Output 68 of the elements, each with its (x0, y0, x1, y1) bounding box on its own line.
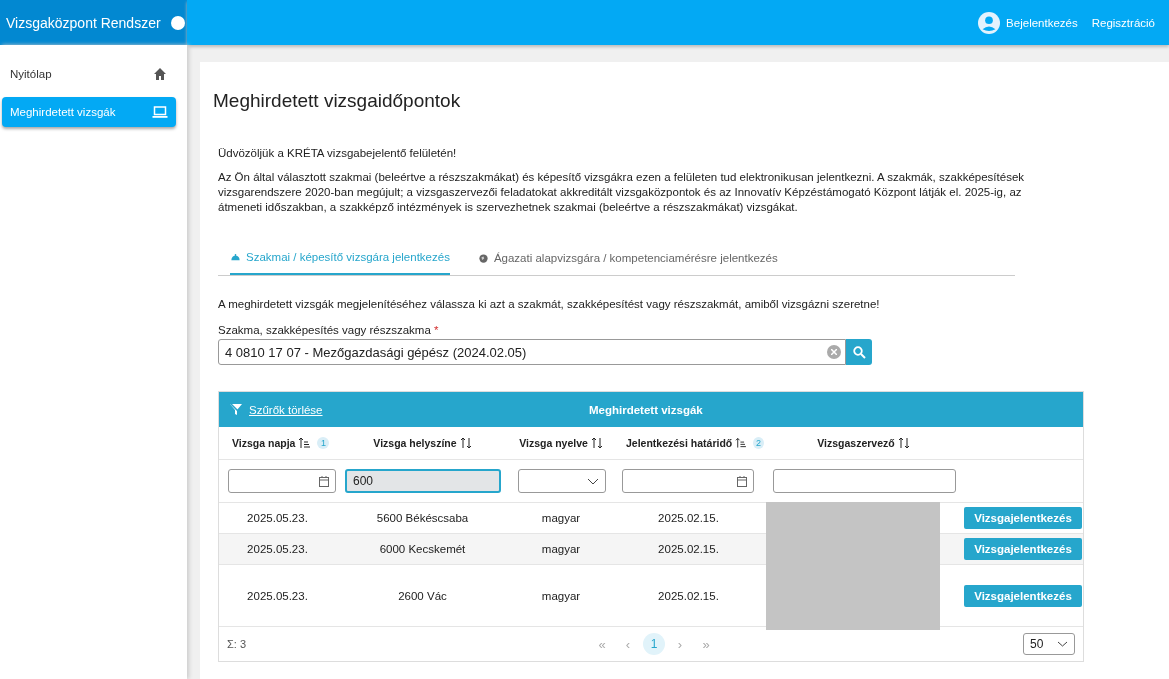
select-filter-field[interactable] (518, 469, 606, 493)
chevron-down-icon (587, 477, 599, 485)
sort-icon[interactable] (897, 437, 910, 449)
filter-off-icon (229, 403, 243, 416)
tab[interactable]: Szakmai / képesítő vizsgára jelentkezés (230, 243, 450, 275)
pager-nav-button[interactable]: » (695, 633, 717, 655)
table-cell: 2025.02.15. (658, 589, 719, 602)
home-icon (152, 66, 168, 82)
search-icon (852, 345, 866, 359)
required-mark: * (434, 324, 439, 336)
page-title: Meghirdetett vizsgaidőpontok (213, 90, 462, 112)
header-link[interactable]: Regisztráció (1091, 16, 1155, 29)
table-cell: 6000 Kecskemét (379, 543, 466, 555)
pager-nav-button[interactable]: « (591, 633, 613, 655)
profession-field[interactable]: 4 0810 17 07 - Mezőgazdasági gépész (2024.02.05) (218, 339, 846, 365)
table-cell: 2025.05.23. (247, 543, 308, 555)
table-cell: 2025.05.23. (247, 512, 308, 524)
table-cell: magyar (541, 543, 581, 555)
register-button[interactable]: Vizsgajelentkezés (964, 507, 1082, 529)
intro-paragraph: Üdvözöljük a KRÉTA vizsgabejelentő felületén! (218, 146, 458, 161)
pager-nav-button[interactable]: › (669, 633, 691, 655)
table-cell: 2025.02.15. (658, 543, 719, 555)
column-header[interactable]: Vizsga napja (232, 437, 296, 449)
sidebar-item[interactable]: Nyitólap (2, 59, 176, 89)
sort-icon[interactable] (459, 437, 472, 449)
sort-icon[interactable] (590, 437, 603, 449)
table-cell: 2600 Vác (398, 589, 447, 602)
clear-icon[interactable] (827, 345, 841, 359)
register-button[interactable]: Vizsgajelentkezés (964, 538, 1082, 560)
tab[interactable]: Ágazati alapvizsgára / kompetenciamérésre jelentkezés (477, 243, 778, 275)
date-filter-field[interactable] (228, 469, 336, 493)
hat-icon (230, 251, 241, 263)
sort-ascending-icon[interactable] (298, 437, 311, 449)
intro-paragraph: Az Ön által választott szakmai (beleértve a részszakmákat) és képesítő vizsgákra ezen a felületen tud elektronikusan jelentkezni. A szakmák, szakképesítések vizsgarendszere 2020-ban megújult; a vizsgaszervezői feladatokat akkreditált vizsgaközpontok és az Innovatív Képzéstámogató Központ látják el. 2025-ig, az átmeneti időszakban, a szakképző intézmények is szervezhetnek szakmai (beleértve a részszakmákat) vizsgákat. (218, 170, 1026, 215)
clear-filters-link[interactable]: Szűrők törlése (229, 403, 589, 416)
table-title: Meghirdetett vizsgák (589, 403, 703, 416)
column-header[interactable]: Vizsgaszervező (817, 437, 895, 449)
column-header[interactable]: Jelentkezési határidő (626, 437, 733, 449)
calendar-icon (737, 475, 747, 487)
column-header[interactable]: Vizsga helyszíne (373, 437, 457, 449)
search-button[interactable] (846, 339, 872, 365)
text-filter-field[interactable]: 600 (345, 469, 501, 493)
header-link[interactable]: Bejelentkezés (978, 11, 1078, 34)
register-button[interactable]: Vizsgajelentkezés (964, 584, 1082, 607)
user-icon (978, 11, 1001, 34)
globe-icon (477, 252, 489, 264)
total-count: Σ: 3 (227, 638, 248, 650)
text-filter-field[interactable] (773, 469, 956, 493)
page-button[interactable]: 1 (643, 633, 665, 655)
table-cell: magyar (541, 589, 581, 602)
chevron-down-icon (1057, 641, 1068, 647)
sort-order-badge: 1 (317, 437, 330, 449)
app-title: Vizsgaközpont Rendszer (6, 14, 161, 31)
page-size-select[interactable]: 50 (1023, 633, 1075, 655)
pager-nav-button[interactable]: ‹ (617, 633, 639, 655)
sort-order-badge: 2 (753, 437, 764, 449)
column-header[interactable]: Vizsga nyelve (519, 437, 588, 449)
calendar-icon (319, 475, 329, 487)
table-cell: 2025.05.23. (247, 589, 308, 602)
table-cell: 5600 Békéscsaba (376, 512, 469, 524)
date-filter-field[interactable] (622, 469, 754, 493)
sort-ascending-icon[interactable] (735, 437, 747, 449)
table-cell: magyar (541, 512, 581, 524)
sidebar-item[interactable]: Meghirdetett vizsgák (2, 97, 176, 127)
instruction-text: A meghirdetett vizsgák megjelenítéséhez válassza ki azt a szakmát, szakképesítést vagy részszakmát, amiből vizsgázni szeretne! (218, 298, 881, 310)
laptop-icon (152, 104, 168, 120)
table-cell: 2025.02.15. (658, 512, 719, 524)
field-label: Szakma, szakképesítés vagy részszakma (218, 324, 431, 336)
